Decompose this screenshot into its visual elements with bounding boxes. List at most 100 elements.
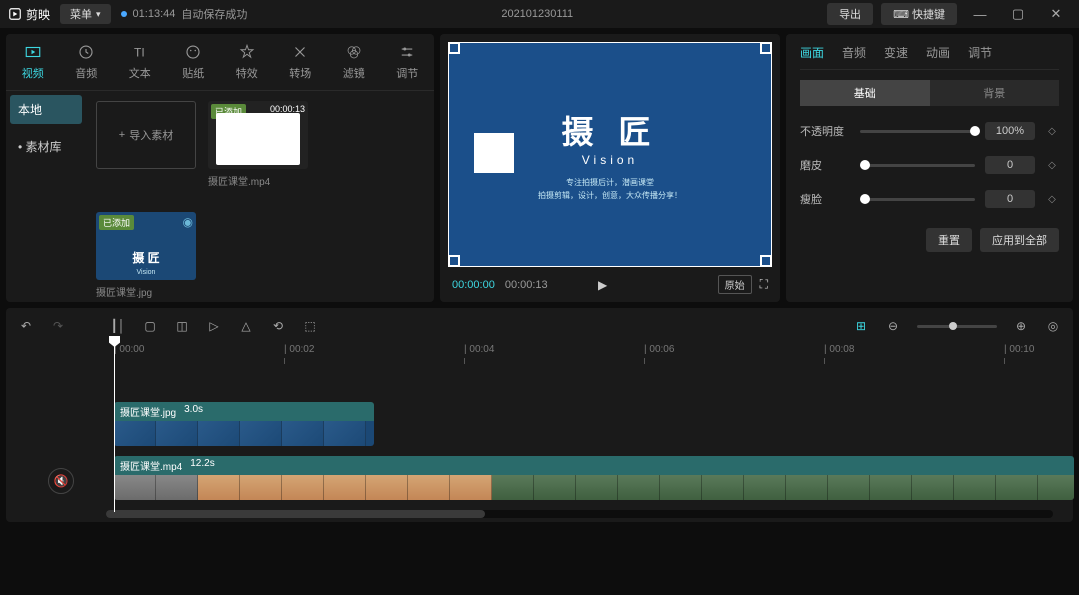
resize-handle[interactable] (760, 42, 772, 54)
speed-button[interactable]: ▷ (206, 318, 222, 334)
face-spinner[interactable]: ◇ (1045, 194, 1059, 205)
undo-button[interactable]: ↶ (18, 318, 34, 334)
save-dot-icon (121, 11, 127, 17)
crop3-button[interactable]: ⬚ (302, 318, 318, 334)
opacity-value[interactable]: 100% (985, 122, 1035, 140)
properties-panel: 画面 音频 变速 动画 调节 基础 背景 不透明度 100% ◇ 磨皮 0 ◇ … (786, 34, 1073, 302)
media-item[interactable]: 已添加◉ 摄 匠 Vision 摄匠课堂.jpg (96, 212, 196, 299)
save-status: 自动保存成功 (181, 6, 247, 22)
media-name: 摄匠课堂.jpg (96, 284, 196, 299)
close-button[interactable]: ✕ (1041, 6, 1071, 22)
tab-sticker[interactable]: 贴纸 (167, 34, 221, 90)
opacity-label: 不透明度 (800, 123, 850, 139)
tab-adjust[interactable]: 调节 (381, 34, 435, 90)
zoom-out-button[interactable]: ⊖ (885, 318, 901, 334)
property-tabs: 画面 音频 变速 动画 调节 (800, 44, 1059, 70)
reset-button[interactable]: 重置 (926, 228, 972, 252)
shortcuts-button[interactable]: ⌨ 快捷键 (881, 3, 957, 25)
zoom-fit-button[interactable]: ◎ (1045, 318, 1061, 334)
transition-icon (291, 43, 309, 61)
qr-code (474, 133, 514, 173)
media-sidebar: 本地 • 素材库 (6, 91, 86, 309)
tab-audio-prop[interactable]: 音频 (842, 44, 866, 61)
ratio-button[interactable]: 原始 (718, 275, 752, 294)
zoom-in-button[interactable]: ⊕ (1013, 318, 1029, 334)
horizontal-scrollbar[interactable] (106, 510, 1053, 518)
snap-button[interactable]: ⊞ (853, 318, 869, 334)
svg-text:TI: TI (134, 46, 145, 60)
tab-picture[interactable]: 画面 (800, 44, 824, 61)
face-label: 瘦脸 (800, 191, 850, 207)
crop-button[interactable]: ▢ (142, 318, 158, 334)
tab-effect[interactable]: 特效 (220, 34, 274, 90)
subtab-basic[interactable]: 基础 (800, 80, 930, 106)
text-icon: TI (131, 43, 149, 61)
split-button[interactable]: ┃│ (110, 318, 126, 334)
tab-text[interactable]: TI文本 (113, 34, 167, 90)
mute-track-button[interactable]: 🔇 (48, 468, 74, 494)
resize-handle[interactable] (760, 255, 772, 267)
added-badge: 已添加 (99, 215, 134, 230)
export-button[interactable]: 导出 (827, 3, 873, 25)
sticker-icon (184, 43, 202, 61)
tab-filter[interactable]: 滤镜 (327, 34, 381, 90)
adjust-icon (398, 43, 416, 61)
mirror-button[interactable]: △ (238, 318, 254, 334)
media-item[interactable]: 已添加00:00:13 摄匠课堂.mp4 (208, 101, 308, 188)
rotate-button[interactable]: ⟲ (270, 318, 286, 334)
preview-controls: 00:00:00 00:00:13 ▶ 原始 ⛶ (448, 267, 772, 294)
preview-desc: 专注拍摄后计，潜画课堂拍摄剪辑，设计，创意，大众传播分享！ (538, 177, 682, 203)
import-button[interactable]: + 导入素材 (96, 101, 196, 169)
face-value[interactable]: 0 (985, 190, 1035, 208)
timeline-clip-video[interactable]: 摄匠课堂.mp412.2s (114, 456, 1074, 500)
timeline-clip-image[interactable]: 摄匠课堂.jpg3.0s (114, 402, 374, 446)
menu-dropdown[interactable]: 菜单 (60, 4, 111, 24)
project-title: 202101230111 (257, 8, 817, 20)
minimize-button[interactable]: — (965, 7, 995, 22)
timeline-panel: ↶ ↷ ┃│ ▢ ◫ ▷ △ ⟲ ⬚ ⊞ ⊖ ⊕ ◎ | 00:00 | 00:… (6, 308, 1073, 522)
tab-transition[interactable]: 转场 (274, 34, 328, 90)
sidebar-local[interactable]: 本地 (10, 95, 82, 124)
opacity-slider[interactable] (860, 130, 975, 133)
redo-button[interactable]: ↷ (50, 318, 66, 334)
save-indicator: 01:13:44 自动保存成功 (121, 6, 248, 22)
preview-panel: 摄 匠 Vision 专注拍摄后计，潜画课堂拍摄剪辑，设计，创意，大众传播分享！… (440, 34, 780, 302)
skin-slider[interactable] (860, 164, 975, 167)
apply-all-button[interactable]: 应用到全部 (980, 228, 1059, 252)
logo-icon (8, 7, 22, 21)
total-duration: 00:00:13 (505, 279, 548, 291)
tab-audio[interactable]: 音频 (60, 34, 114, 90)
filter-icon (345, 43, 363, 61)
media-panel: 视频 音频 TI文本 贴纸 特效 转场 滤镜 调节 本地 • 素材库 + 导入素… (6, 34, 434, 302)
playhead[interactable] (114, 338, 115, 512)
opacity-spinner[interactable]: ◇ (1045, 126, 1059, 137)
video-icon (24, 43, 42, 61)
sidebar-library[interactable]: • 素材库 (6, 128, 86, 165)
app-name: 剪映 (26, 6, 50, 23)
fullscreen-button[interactable]: ⛶ (760, 277, 768, 292)
skin-value[interactable]: 0 (985, 156, 1035, 174)
timeline-tracks: 摄匠课堂.jpg3.0s 🔇 摄匠课堂.mp412.2s (106, 400, 1073, 502)
skin-label: 磨皮 (800, 157, 850, 173)
time-ruler[interactable]: | 00:00 | 00:02 | 00:04 | 00:06 | 00:08 … (106, 344, 1073, 364)
resize-handle[interactable] (448, 255, 460, 267)
effect-icon (238, 43, 256, 61)
maximize-button[interactable]: ▢ (1003, 6, 1033, 22)
tab-animation[interactable]: 动画 (926, 44, 950, 61)
skin-spinner[interactable]: ◇ (1045, 160, 1059, 171)
face-slider[interactable] (860, 198, 975, 201)
zoom-slider[interactable] (917, 325, 997, 328)
titlebar: 剪映 菜单 01:13:44 自动保存成功 202101230111 导出 ⌨ … (0, 0, 1079, 28)
preview-subtitle: Vision (582, 153, 638, 167)
tab-adjust-prop[interactable]: 调节 (968, 44, 992, 61)
tab-speed[interactable]: 变速 (884, 44, 908, 61)
subtab-background[interactable]: 背景 (930, 80, 1060, 106)
scrollbar-thumb[interactable] (106, 510, 485, 518)
crop2-button[interactable]: ◫ (174, 318, 190, 334)
resize-handle[interactable] (448, 42, 460, 54)
media-type-tabs: 视频 音频 TI文本 贴纸 特效 转场 滤镜 调节 (6, 34, 434, 91)
play-button[interactable]: ▶ (598, 278, 607, 292)
tab-video[interactable]: 视频 (6, 34, 60, 90)
preview-canvas[interactable]: 摄 匠 Vision 专注拍摄后计，潜画课堂拍摄剪辑，设计，创意，大众传播分享！ (448, 42, 772, 267)
app-logo: 剪映 (8, 6, 50, 23)
